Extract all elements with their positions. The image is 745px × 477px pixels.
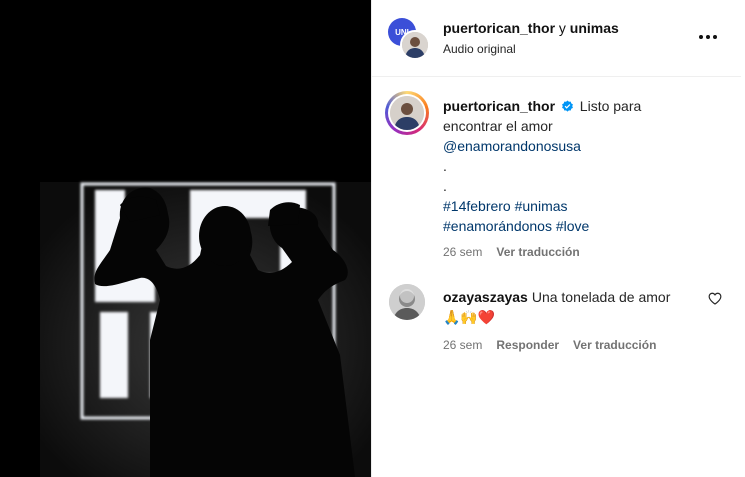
header-username[interactable]: puertorican_thor [443,20,555,36]
hashtag-unimas[interactable]: #unimas [515,198,568,214]
verified-badge-icon [561,100,573,112]
thor-avatar[interactable] [400,30,430,60]
hashtag-14febrero[interactable]: #14febrero [443,198,511,214]
person-photo-icon [402,32,428,58]
comment-item: ozayaszayas Una tonelada de amor 🙏🙌❤️ 26 … [443,287,693,355]
caption-meta: 26 sem Ver traducción [443,242,673,262]
commenter-avatar[interactable] [389,284,425,320]
post-media[interactable] [0,0,371,477]
header-collaborator[interactable]: unimas [570,20,619,36]
comment-emojis: 🙏🙌❤️ [443,309,496,325]
post-sidebar: UNI puertorican_thor y unimas Audio orig… [371,0,745,477]
comment-body: ozayaszayas Una tonelada de amor [443,287,693,307]
caption-dot: . [443,178,447,194]
post-caption: puertorican_thor Listo para encontrar el… [443,96,673,262]
post-header: UNI puertorican_thor y unimas Audio orig… [372,0,741,77]
caption-mention[interactable]: @enamorandonosusa [443,138,581,154]
hashtag-enamorandonos[interactable]: #enamorándonos [443,218,552,234]
media-image [40,182,371,477]
caption-dot: . [443,158,447,174]
comment-text: Una tonelada de amor [531,289,671,305]
more-options-button[interactable] [694,24,722,50]
comment-meta: 26 sem Responder Ver traducción [443,335,693,355]
heart-outline-icon [708,292,722,305]
person-photo-icon [390,96,424,130]
comment-time[interactable]: 26 sem [443,338,482,352]
caption-translate-button[interactable]: Ver traducción [496,245,579,259]
more-dots-icon [699,35,717,39]
header-joiner: y [555,20,570,36]
like-comment-button[interactable] [708,292,722,310]
collab-avatars[interactable]: UNI [388,18,430,60]
person-photo-icon [389,284,425,320]
caption-first-line: puertorican_thor Listo para encontrar el… [443,96,673,136]
comment-translate-button[interactable]: Ver traducción [573,338,656,352]
header-title: puertorican_thor y unimas [443,20,619,36]
audio-label[interactable]: Audio original [443,42,516,56]
hashtag-love[interactable]: #love [556,218,589,234]
reply-button[interactable]: Responder [496,338,559,352]
caption-username[interactable]: puertorican_thor [443,98,555,114]
caption-avatar[interactable] [385,91,429,135]
comment-username[interactable]: ozayaszayas [443,289,528,305]
caption-time[interactable]: 26 sem [443,245,482,259]
